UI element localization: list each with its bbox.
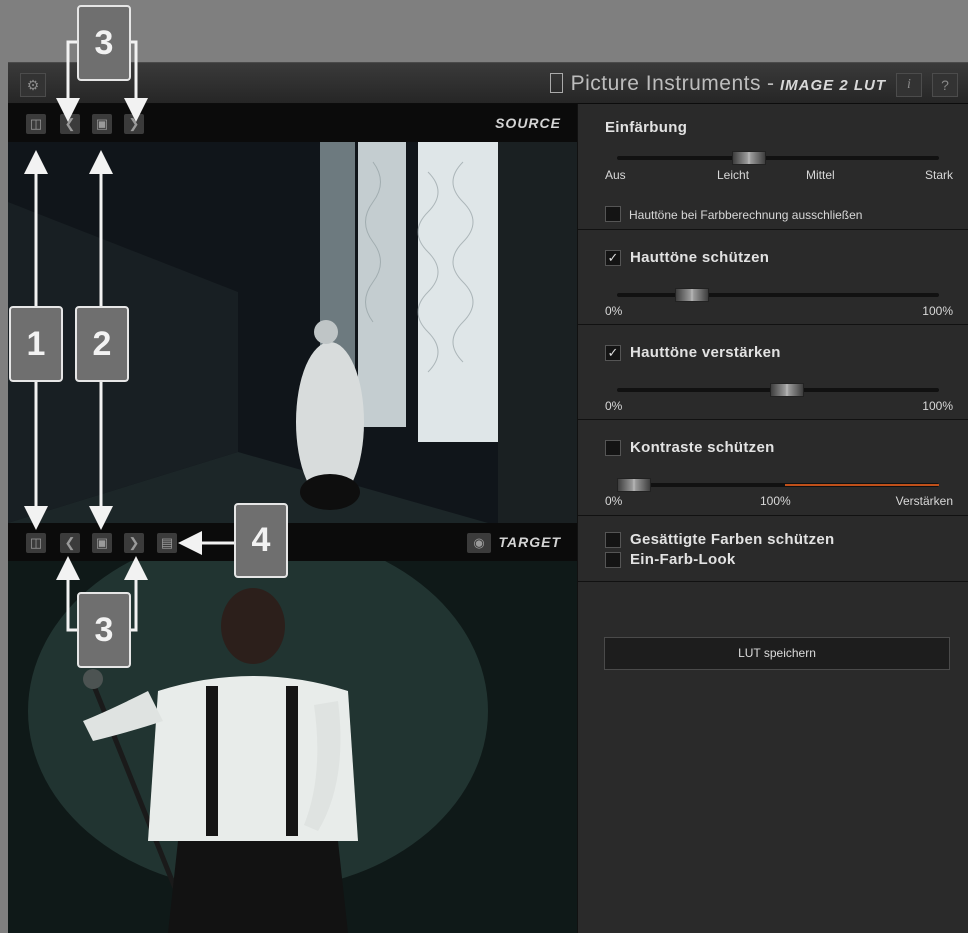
single-color-checkbox[interactable] xyxy=(605,552,621,568)
help-button[interactable]: ? xyxy=(932,73,958,97)
protect-contrast-section: Kontraste schützen 0% 100% Verstärken xyxy=(578,420,968,516)
image-column: ◫ ❮ ▣ ❯ SOURCE ◫ ❮ ▣ ❯ ▤ ◉ TARGET xyxy=(8,104,577,933)
protect-skin-checkbox[interactable]: ✓ xyxy=(605,250,621,266)
product-name: IMAGE 2 LUT xyxy=(779,77,886,94)
enhance-skin-checkbox[interactable]: ✓ xyxy=(605,345,621,361)
protect-skin-max: 100% xyxy=(922,304,953,318)
enhance-skin-max: 100% xyxy=(922,399,953,413)
app-title: Picture Instruments - IMAGE 2 LUT xyxy=(549,72,886,96)
contrast-tick-hundred: 100% xyxy=(760,494,791,508)
protect-skin-section: ✓ Hauttöne schützen 0% 100% xyxy=(578,230,968,325)
colorize-slider-thumb[interactable] xyxy=(732,151,767,165)
contrast-tick-amplify: Verstärken xyxy=(895,494,953,508)
folder-icon[interactable]: ▣ xyxy=(92,114,112,134)
protect-skin-slider-thumb[interactable] xyxy=(674,288,709,302)
callout-4: 4 xyxy=(234,503,288,578)
chevron-right-icon[interactable]: ❯ xyxy=(124,533,144,553)
protect-contrast-slider-track[interactable] xyxy=(617,483,939,487)
exclude-skin-label: Hauttöne bei Farbberechnung ausschließen xyxy=(629,208,863,222)
title-bar: ⚙ Picture Instruments - IMAGE 2 LUT i ? xyxy=(8,62,968,104)
single-color-title: Ein-Farb-Look xyxy=(630,551,736,568)
picture-instruments-logo xyxy=(549,73,563,93)
save-lut-button[interactable]: LUT speichern xyxy=(604,637,950,670)
callout-2: 2 xyxy=(75,306,129,382)
protect-saturated-checkbox[interactable] xyxy=(605,532,621,548)
chevron-right-icon[interactable]: ❯ xyxy=(124,114,144,134)
colorize-title: Einfärbung xyxy=(605,119,688,136)
chevron-left-icon[interactable]: ❮ xyxy=(60,114,80,134)
bag-icon[interactable]: ◫ xyxy=(26,533,46,553)
protect-contrast-title: Kontraste schützen xyxy=(630,439,775,456)
target-label: TARGET xyxy=(498,534,561,550)
settings-panel: Einfärbung Aus Leicht Mittel Stark Hautt… xyxy=(577,104,968,933)
exclude-skin-checkbox[interactable] xyxy=(605,206,621,222)
colorize-tick-off: Aus xyxy=(605,168,626,182)
chevron-left-icon[interactable]: ❮ xyxy=(60,533,80,553)
protect-skin-min: 0% xyxy=(605,304,623,318)
enhance-skin-title: Hauttöne verstärken xyxy=(630,344,781,361)
bag-icon[interactable]: ◫ xyxy=(26,114,46,134)
protect-skin-slider-track[interactable] xyxy=(617,293,939,297)
colorize-tick-strong: Stark xyxy=(924,168,953,182)
source-label: SOURCE xyxy=(495,115,561,131)
contrast-amplify-zone xyxy=(785,484,939,486)
save-icon[interactable]: ▤ xyxy=(157,533,177,553)
title-separator: - xyxy=(766,72,774,95)
color-options-section: Gesättigte Farben schützen Ein-Farb-Look xyxy=(578,516,968,582)
app-window: ⚙ Picture Instruments - IMAGE 2 LUT i ? ◫ … xyxy=(8,62,968,933)
colorize-tick-medium: Mittel xyxy=(806,168,835,182)
source-toolbar: ◫ ❮ ▣ ❯ SOURCE xyxy=(8,104,577,142)
callout-3-top: 3 xyxy=(77,5,131,81)
protect-saturated-title: Gesättigte Farben schützen xyxy=(630,531,835,548)
gear-icon[interactable]: ⚙ xyxy=(20,73,46,97)
protect-contrast-checkbox[interactable] xyxy=(605,440,621,456)
info-button[interactable]: i xyxy=(896,73,922,97)
target-toolbar: ◫ ❮ ▣ ❯ ▤ ◉ TARGET xyxy=(8,523,577,561)
enhance-skin-slider-thumb[interactable] xyxy=(769,383,804,397)
colorize-tick-light: Leicht xyxy=(717,168,750,182)
colorize-slider-track[interactable] xyxy=(617,156,939,160)
enhance-skin-min: 0% xyxy=(605,399,623,413)
contrast-tick-zero: 0% xyxy=(605,494,623,508)
enhance-skin-section: ✓ Hauttöne verstärken 0% 100% xyxy=(578,325,968,420)
callout-1: 1 xyxy=(9,306,63,382)
folder-icon[interactable]: ▣ xyxy=(92,533,112,553)
callout-3-bottom: 3 xyxy=(77,592,131,668)
protect-skin-title: Hauttöne schützen xyxy=(630,249,770,266)
colorize-section: Einfärbung Aus Leicht Mittel Stark Hautt… xyxy=(578,104,968,230)
protect-contrast-slider-thumb[interactable] xyxy=(617,478,651,492)
brand-name: Picture Instruments xyxy=(570,72,761,95)
eye-icon[interactable]: ◉ xyxy=(467,533,491,553)
